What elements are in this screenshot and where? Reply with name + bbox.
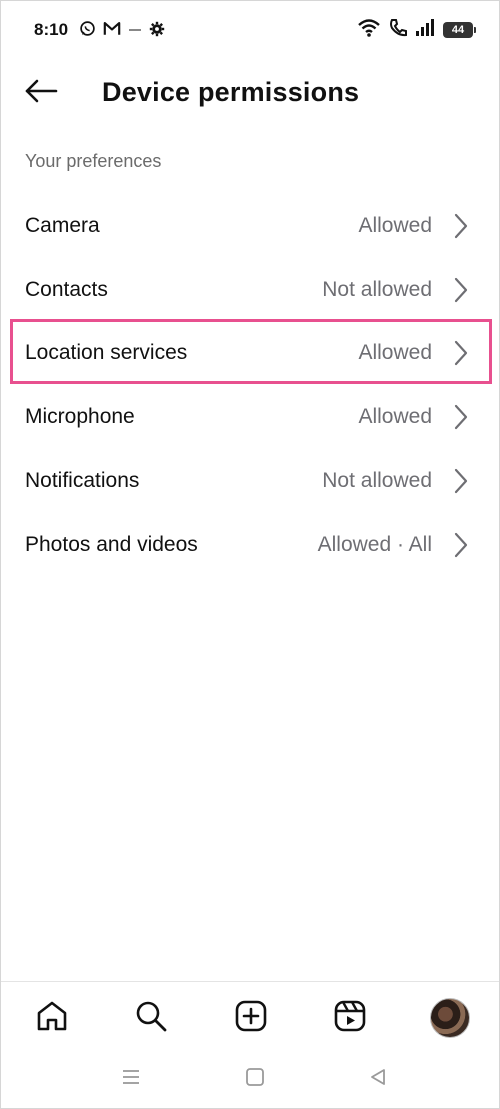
signal-icon [415, 18, 435, 42]
status-icons-right: 44 [357, 18, 476, 43]
battery-icon: 44 [443, 22, 476, 38]
profile-avatar [430, 998, 470, 1038]
permission-row-camera[interactable]: Camera Allowed [1, 194, 499, 258]
permission-value: Allowed [358, 405, 432, 429]
create-icon [234, 999, 268, 1038]
nav-create[interactable] [229, 996, 273, 1040]
wifi-icon [357, 18, 381, 43]
status-bar: 8:10 44 [1, 1, 499, 59]
nav-profile[interactable] [428, 996, 472, 1040]
search-icon [134, 999, 168, 1038]
permission-row-contacts[interactable]: Contacts Not allowed [1, 258, 499, 322]
call-icon [389, 18, 407, 43]
permission-value: Not allowed [322, 469, 432, 493]
nav-search[interactable] [129, 996, 173, 1040]
screen: 8:10 44 Device permissions Your preferen… [0, 0, 500, 1109]
section-title: Your preferences [25, 151, 162, 171]
chevron-right-icon [453, 532, 469, 558]
permission-label: Location services [25, 341, 188, 365]
permission-value: Allowed [358, 341, 432, 365]
back-button[interactable] [21, 75, 61, 111]
nav-home[interactable] [30, 996, 74, 1040]
permission-label: Notifications [25, 469, 140, 493]
whatsapp-icon [79, 20, 96, 42]
system-home-button[interactable] [240, 1067, 270, 1091]
chevron-right-icon [453, 404, 469, 430]
arrow-left-icon [24, 79, 58, 108]
header: Device permissions [1, 61, 499, 125]
chevron-right-icon [453, 213, 469, 239]
permission-value: Not allowed [322, 277, 432, 301]
system-nav [1, 1053, 499, 1103]
chevron-right-icon [453, 468, 469, 494]
home-icon [35, 999, 69, 1038]
status-icons-left [79, 21, 165, 41]
minus-icon [128, 22, 142, 40]
permission-list: Camera Allowed Contacts Not allowed Loca… [1, 194, 499, 577]
permission-value: Allowed [358, 213, 432, 237]
system-back-button[interactable] [363, 1067, 393, 1091]
permission-label: Photos and videos [25, 532, 198, 556]
chevron-right-icon [453, 340, 469, 366]
gmail-icon [103, 21, 121, 41]
back-triangle-icon [368, 1067, 388, 1092]
permission-row-photos-and-videos[interactable]: Photos and videos Allowed · All [1, 513, 499, 577]
permission-label: Contacts [25, 277, 108, 301]
permission-row-microphone[interactable]: Microphone Allowed [1, 385, 499, 449]
home-square-icon [245, 1067, 265, 1092]
permission-label: Camera [25, 213, 100, 237]
settings-icon [149, 21, 165, 42]
reels-icon [333, 999, 367, 1038]
permission-row-location-services[interactable]: Location services Allowed [1, 322, 499, 386]
status-time: 8:10 [34, 20, 69, 39]
permission-label: Microphone [25, 405, 135, 429]
bottom-nav [1, 981, 499, 1051]
permission-row-notifications[interactable]: Notifications Not allowed [1, 449, 499, 513]
page-title: Device permissions [102, 77, 360, 107]
menu-icon [121, 1068, 141, 1091]
nav-reels[interactable] [328, 996, 372, 1040]
chevron-right-icon [453, 277, 469, 303]
permission-value: Allowed · All [317, 532, 432, 556]
system-menu-button[interactable] [116, 1067, 146, 1091]
